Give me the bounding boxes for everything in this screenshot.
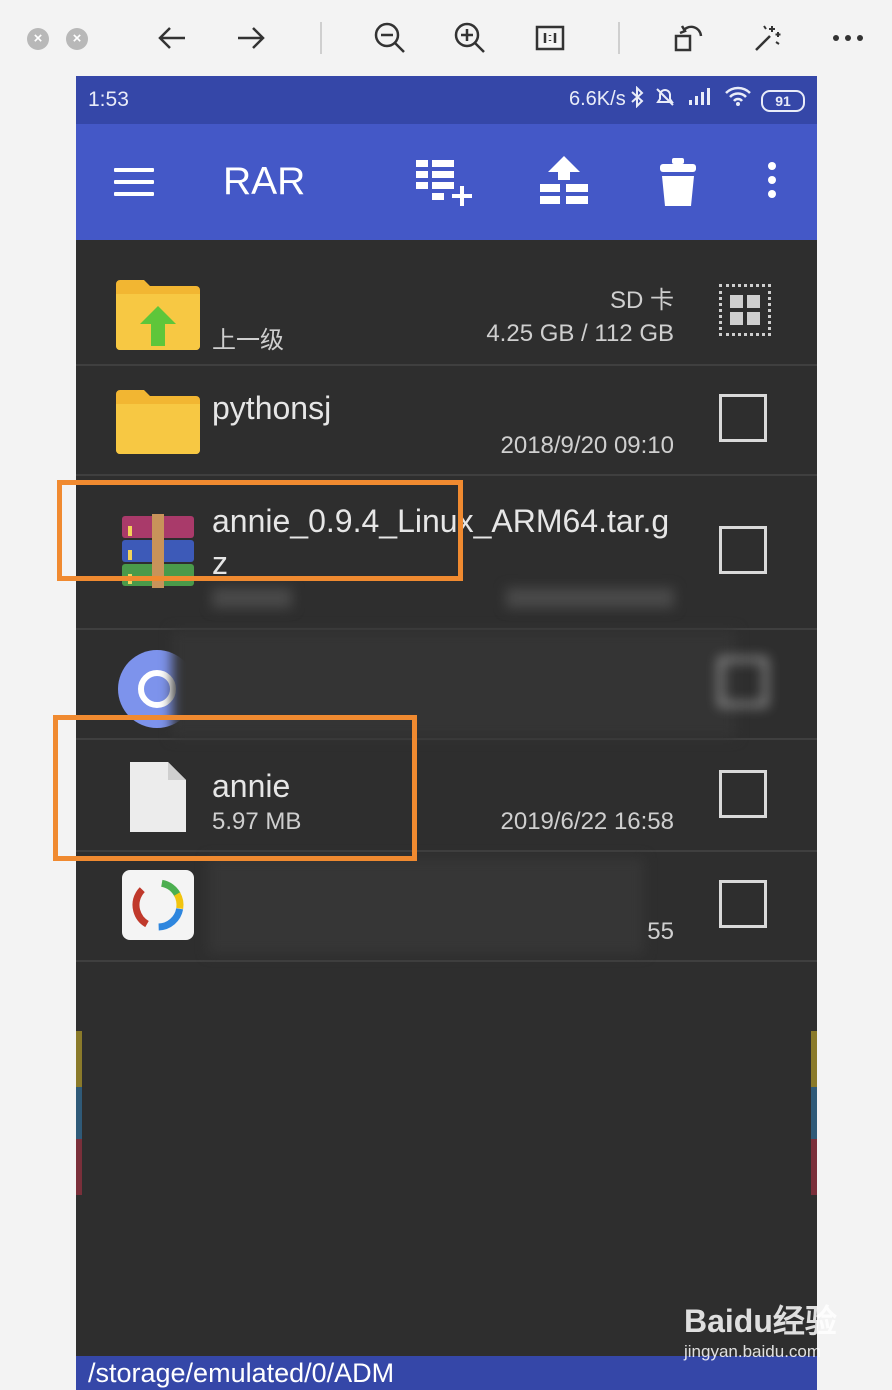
extract-icon[interactable] (532, 156, 596, 212)
file-date: 2018/9/20 09:10 (500, 432, 675, 459)
watermark-url: jingyan.baidu.com (684, 1342, 822, 1361)
app-bar: RAR (76, 124, 817, 240)
signal-icon (688, 86, 712, 112)
edge-decoration (76, 1087, 82, 1139)
status-time: 1:53 (88, 88, 129, 111)
rotate-icon[interactable] (666, 18, 710, 58)
edge-decoration (811, 1031, 817, 1087)
apk-icon (122, 870, 194, 940)
folder-icon (116, 388, 200, 459)
minimize-circle-icon[interactable]: × (66, 28, 88, 50)
file-name: pythonsj (212, 390, 332, 426)
add-to-archive-icon[interactable] (412, 156, 476, 212)
watermark-brand: Baidu经验 (684, 1303, 837, 1339)
edge-decoration (811, 1139, 817, 1195)
folder-up-icon (116, 276, 200, 355)
blurred-date (506, 588, 674, 608)
zoom-in-icon[interactable] (448, 18, 492, 58)
mute-bell-icon (654, 86, 676, 114)
highlight-box-archive (57, 480, 463, 581)
file-date: 2019/6/22 16:58 (500, 808, 675, 835)
row-checkbox[interactable] (719, 394, 767, 442)
menu-icon[interactable] (114, 168, 154, 196)
row-checkbox[interactable] (719, 658, 767, 706)
close-circle-icon[interactable]: × (27, 28, 49, 50)
forward-arrow-icon[interactable] (229, 18, 273, 58)
blurred-region (208, 858, 644, 954)
storage-name: SD 卡 (609, 287, 674, 314)
status-bar: 1:53 6.6K/s 91 (76, 76, 817, 124)
delete-trash-icon[interactable] (646, 156, 710, 212)
row-checkbox[interactable] (719, 526, 767, 574)
toolbar-divider (320, 22, 322, 54)
battery-indicator: 91 (761, 90, 805, 112)
overflow-menu-icon[interactable] (756, 156, 788, 212)
list-item-parent[interactable]: 上一级 SD 卡 4.25 GB / 112 GB (76, 240, 817, 366)
edge-decoration (76, 1031, 82, 1087)
row-checkbox[interactable] (719, 770, 767, 818)
app-title: RAR (223, 160, 306, 203)
image-viewer-toolbar: × × (0, 0, 892, 76)
list-item[interactable]: 55 (76, 852, 817, 962)
list-item[interactable]: pythonsj 2018/9/20 09:10 (76, 366, 817, 476)
blurred-size (212, 588, 292, 608)
magic-wand-icon[interactable] (746, 18, 790, 58)
zoom-out-icon[interactable] (368, 18, 412, 58)
parent-label: 上一级 (212, 327, 284, 354)
actual-size-icon[interactable] (528, 18, 572, 58)
edge-decoration (811, 1087, 817, 1139)
select-all-icon[interactable] (719, 284, 771, 336)
toolbar-divider (618, 22, 620, 54)
storage-usage: 4.25 GB / 112 GB (486, 320, 674, 347)
wifi-icon (724, 86, 752, 112)
bluetooth-icon (630, 85, 644, 114)
baidu-watermark: Baidu经验 jingyan.baidu.com (684, 1296, 837, 1362)
back-arrow-icon[interactable] (150, 18, 194, 58)
file-date-visible: 55 (647, 918, 674, 945)
network-speed: 6.6K/s (569, 88, 626, 110)
more-icon[interactable] (826, 18, 870, 58)
row-checkbox[interactable] (719, 880, 767, 928)
edge-decoration (76, 1139, 82, 1195)
highlight-box-annie (53, 715, 417, 861)
